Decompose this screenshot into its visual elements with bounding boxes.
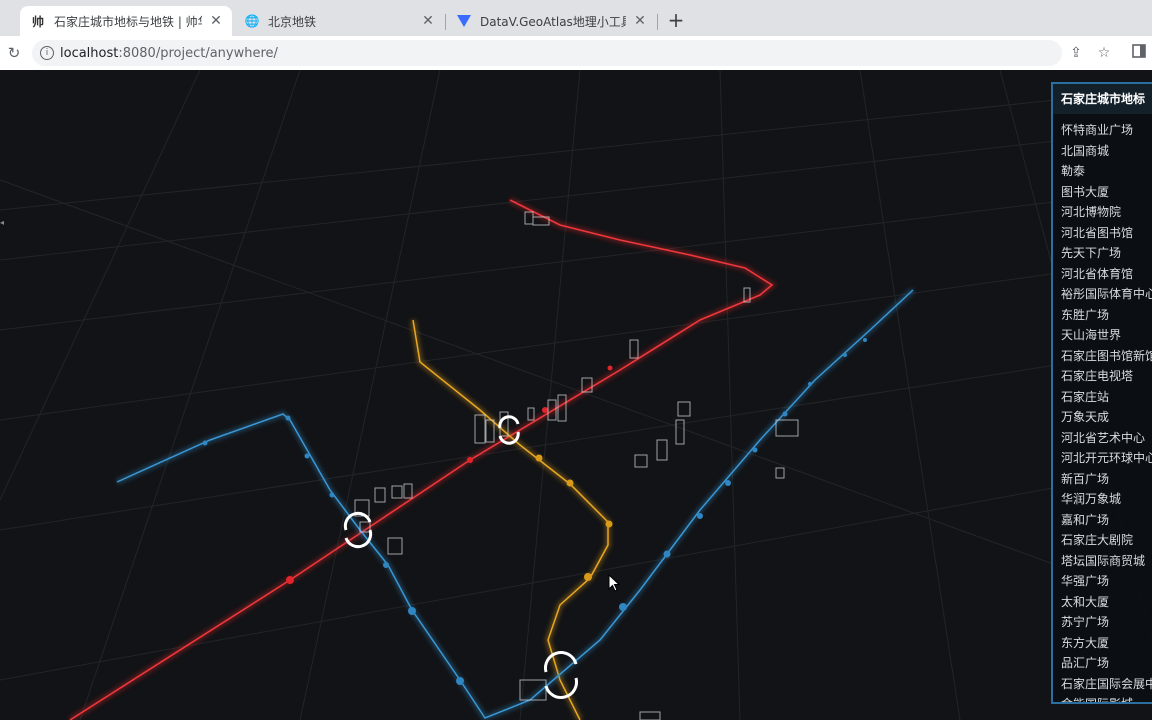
landmark-list-item[interactable]: 石家庄图书馆新馆 — [1061, 346, 1152, 367]
station-marker[interactable] — [285, 415, 291, 421]
metro-line-3-blue — [115, 287, 916, 720]
landmark-list-item[interactable]: 太和大厦 — [1061, 592, 1152, 613]
landmark-list-item[interactable]: 金能国际影城 — [1061, 694, 1152, 702]
landmark-list-item[interactable]: 怀特商业广场 — [1061, 120, 1152, 141]
station-marker[interactable] — [542, 407, 548, 413]
landmark-buildings[interactable] — [354, 211, 799, 720]
station-marker[interactable] — [408, 607, 416, 615]
landmark-list-item[interactable]: 华润万象城 — [1061, 489, 1152, 510]
station-marker[interactable] — [286, 576, 294, 584]
panel-title: 石家庄城市地标 — [1053, 82, 1152, 114]
landmark-list-item[interactable]: 石家庄国际会展中心 — [1061, 674, 1152, 695]
station-marker[interactable] — [535, 454, 543, 462]
reload-icon[interactable]: ↻ — [4, 43, 24, 63]
station-marker[interactable] — [808, 382, 812, 386]
landmark-list-item[interactable]: 河北省图书馆 — [1061, 223, 1152, 244]
station-marker[interactable] — [782, 411, 788, 417]
landmark-list-item[interactable]: 东胜广场 — [1061, 305, 1152, 326]
edge-marker: ◂ — [0, 218, 5, 227]
url-host: localhost — [60, 45, 119, 61]
globe-icon: 🌐 — [244, 14, 260, 28]
landmark-list-item[interactable]: 图书大厦 — [1061, 182, 1152, 203]
landmark-list-item[interactable]: 石家庄电视塔 — [1061, 366, 1152, 387]
landmark-list-item[interactable]: 嘉和广场 — [1061, 510, 1152, 531]
close-tab-icon[interactable]: ✕ — [208, 13, 224, 29]
landmark-list-item[interactable]: 河北省艺术中心 — [1061, 428, 1152, 449]
landmark-list-item[interactable]: 万象天成 — [1061, 407, 1152, 428]
browser-toolbar: ↻ i localhost:8080/project/anywhere/ ⇪ ☆ — [0, 36, 1152, 71]
landmark-list-item[interactable]: 石家庄站 — [1061, 387, 1152, 408]
landmark-list-item[interactable]: 华强广场 — [1061, 571, 1152, 592]
station-marker[interactable] — [752, 447, 758, 453]
station-marker[interactable] — [843, 353, 847, 357]
tab-datav[interactable]: DataV.GeoAtlas地理小工具系列 ✕ — [446, 6, 656, 36]
address-bar[interactable]: i localhost:8080/project/anywhere/ — [32, 40, 1062, 66]
tab-beijing-subway[interactable]: 🌐 北京地铁 ✕ — [234, 6, 444, 36]
tab-title: 石家庄城市地标与地铁 | 帅华君 — [54, 14, 202, 29]
landmark-list-item[interactable]: 东方大厦 — [1061, 633, 1152, 654]
station-marker[interactable] — [605, 520, 613, 528]
station-marker[interactable] — [383, 562, 389, 568]
station-marker[interactable] — [697, 513, 703, 519]
datav-favicon-icon — [456, 13, 472, 29]
station-marker[interactable] — [584, 573, 592, 581]
tab-strip: 帅 石家庄城市地标与地铁 | 帅华君 ✕ 🌐 北京地铁 ✕ DataV.GeoA… — [0, 0, 1152, 36]
landmark-list-item[interactable]: 北国商城 — [1061, 141, 1152, 162]
landmark-list-item[interactable]: 裕彤国际体育中心 — [1061, 284, 1152, 305]
landmark-list-item[interactable]: 河北博物院 — [1061, 202, 1152, 223]
station-marker[interactable] — [304, 453, 310, 459]
bookmark-star-icon[interactable]: ☆ — [1095, 44, 1113, 62]
landmark-list-item[interactable]: 石家庄大剧院 — [1061, 530, 1152, 551]
tab-active[interactable]: 帅 石家庄城市地标与地铁 | 帅华君 ✕ — [20, 6, 232, 36]
landmark-list-item[interactable]: 勒泰 — [1061, 161, 1152, 182]
scene-svg[interactable] — [0, 70, 1152, 720]
station-marker[interactable] — [467, 457, 473, 463]
map-3d-viewport[interactable]: ◂ — [0, 70, 1152, 720]
landmark-list-item[interactable]: 塔坛国际商贸城 — [1061, 551, 1152, 572]
landmark-list-item[interactable]: 河北开元环球中心 — [1061, 448, 1152, 469]
landmark-list: 怀特商业广场 北国商城 勒泰 图书大厦 河北博物院 河北省图书馆 先天下广场 河北省体育馆 裕彤… — [1053, 114, 1152, 702]
tab-title: DataV.GeoAtlas地理小工具系列 — [480, 14, 626, 29]
url-text: localhost:8080/project/anywhere/ — [60, 46, 278, 61]
station-marker[interactable] — [663, 550, 671, 558]
close-tab-icon[interactable]: ✕ — [420, 13, 436, 29]
landmark-panel: 石家庄城市地标 怀特商业广场 北国商城 勒泰 图书大厦 河北博物院 河北省图书馆 先天下广场… — [1051, 82, 1152, 704]
side-panel-icon[interactable] — [1130, 44, 1148, 62]
station-marker[interactable] — [329, 492, 335, 498]
tab-separator — [657, 14, 658, 30]
url-path: :8080/project/anywhere/ — [118, 45, 278, 61]
landmark-list-item[interactable]: 品汇广场 — [1061, 653, 1152, 674]
landmark-list-item[interactable]: 先天下广场 — [1061, 243, 1152, 264]
landmark-list-item[interactable]: 河北省体育馆 — [1061, 264, 1152, 285]
landmark-list-item[interactable]: 苏宁广场 — [1061, 612, 1152, 633]
new-tab-button[interactable]: + — [666, 10, 686, 30]
mouse-cursor-icon — [608, 574, 621, 592]
station-marker[interactable] — [725, 480, 731, 486]
tab-title: 北京地铁 — [268, 14, 317, 29]
landmark-list-item[interactable]: 天山海世界 — [1061, 325, 1152, 346]
landmark-list-item[interactable]: 新百广场 — [1061, 469, 1152, 490]
station-marker[interactable] — [456, 677, 464, 685]
station-marker[interactable] — [863, 338, 867, 342]
station-marker[interactable] — [566, 479, 574, 487]
station-marker[interactable] — [607, 365, 613, 371]
app-favicon-icon: 帅 — [31, 14, 44, 29]
station-marker[interactable] — [619, 603, 627, 611]
station-marker[interactable] — [202, 440, 208, 446]
close-tab-icon[interactable]: ✕ — [632, 13, 648, 29]
info-icon[interactable]: i — [40, 46, 54, 60]
share-icon[interactable]: ⇪ — [1067, 44, 1085, 62]
